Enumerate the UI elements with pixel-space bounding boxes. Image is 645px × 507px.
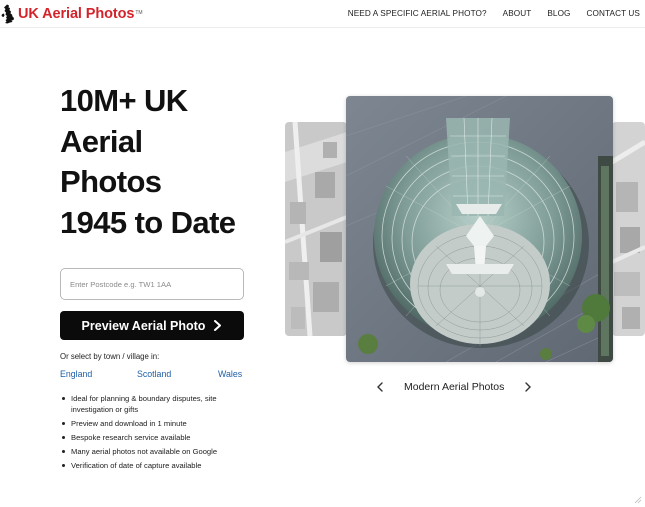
chevron-right-icon bbox=[525, 382, 531, 392]
hero-title-line: 1945 to Date bbox=[60, 204, 236, 240]
logo-text: UK Aerial Photos bbox=[18, 6, 135, 22]
resize-grip-icon bbox=[634, 496, 642, 504]
aerial-photo-thumbnail bbox=[285, 122, 347, 336]
preview-button-label: Preview Aerial Photo bbox=[81, 318, 206, 333]
carousel-caption: Modern Aerial Photos bbox=[404, 381, 505, 393]
feature-list: Ideal for planning & boundary disputes, … bbox=[60, 393, 260, 474]
aerial-photo-thumbnail bbox=[612, 122, 645, 336]
nav-link-blog[interactable]: BLOG bbox=[547, 9, 570, 18]
feature-item: Bespoke research service available bbox=[60, 432, 260, 443]
hero-title-line: Photos bbox=[60, 164, 162, 199]
feature-item: Verification of date of capture availabl… bbox=[60, 460, 260, 471]
hero-title-line: 10M+ UK bbox=[60, 83, 188, 118]
main-nav: NEED A SPECIFIC AERIAL PHOTO? ABOUT BLOG… bbox=[332, 9, 640, 18]
feature-item: Preview and download in 1 minute bbox=[60, 418, 260, 429]
carousel-slide-next[interactable] bbox=[612, 122, 645, 336]
carousel-controls: Modern Aerial Photos bbox=[370, 379, 540, 395]
region-link-wales[interactable]: Wales bbox=[218, 369, 242, 379]
nav-link-contact[interactable]: CONTACT US bbox=[587, 9, 640, 18]
carousel-slide-previous[interactable] bbox=[285, 122, 347, 336]
postcode-input[interactable] bbox=[60, 268, 244, 300]
site-logo[interactable]: UK Aerial Photos TM bbox=[1, 4, 143, 24]
carousel-slide-active[interactable] bbox=[346, 96, 613, 362]
hero-title: 10M+ UK Aerial Photos 1945 to Date bbox=[60, 81, 290, 243]
region-link-england[interactable]: England bbox=[60, 369, 92, 379]
preview-aerial-photo-button[interactable]: Preview Aerial Photo bbox=[60, 311, 244, 340]
nav-link-about[interactable]: ABOUT bbox=[503, 9, 532, 18]
site-header: UK Aerial Photos TM NEED A SPECIFIC AERI… bbox=[0, 0, 645, 28]
aerial-photo-image bbox=[346, 96, 613, 362]
carousel-prev-button[interactable] bbox=[375, 381, 385, 393]
region-link-scotland[interactable]: Scotland bbox=[137, 369, 171, 379]
chevron-left-icon bbox=[377, 382, 383, 392]
feature-item: Ideal for planning & boundary disputes, … bbox=[60, 393, 260, 415]
hero-title-line: Aerial bbox=[60, 123, 143, 159]
chevron-right-icon bbox=[214, 320, 222, 331]
carousel-next-button[interactable] bbox=[523, 381, 533, 393]
trademark-mark: TM bbox=[135, 10, 143, 16]
feature-item: Many aerial photos not available on Goog… bbox=[60, 446, 260, 457]
nav-link-specific-photo[interactable]: NEED A SPECIFIC AERIAL PHOTO? bbox=[348, 9, 487, 18]
region-select-label: Or select by town / village in: bbox=[60, 352, 160, 361]
uk-map-icon bbox=[1, 4, 14, 24]
